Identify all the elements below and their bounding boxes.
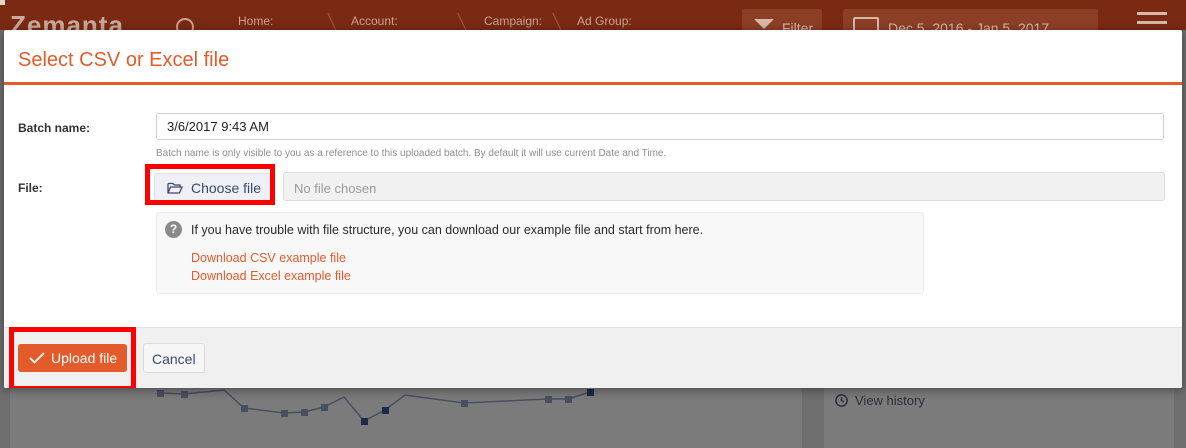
chart-point: [361, 418, 368, 425]
question-icon: ?: [165, 221, 182, 238]
view-history-label: View history: [855, 393, 925, 408]
no-file-chosen-text: No file chosen: [294, 181, 377, 196]
chart-point: [281, 410, 288, 417]
upload-file-label: Upload file: [51, 350, 118, 366]
modal-title: Select CSV or Excel file: [18, 49, 230, 71]
modal-header: Select CSV or Excel file: [4, 30, 1182, 85]
choose-file-label: Choose file: [191, 180, 262, 196]
chart-point: [382, 407, 389, 414]
cancel-label: Cancel: [152, 351, 196, 367]
chart-point: [587, 389, 594, 396]
chart-point: [321, 404, 328, 411]
chart-point: [545, 396, 552, 403]
view-history-link[interactable]: View history: [834, 393, 925, 408]
download-csv-link[interactable]: Download CSV example file: [191, 251, 346, 265]
chart-point: [461, 400, 468, 407]
upload-file-modal: Select CSV or Excel file Batch name: Bat…: [4, 30, 1182, 388]
chart-point: [301, 409, 308, 416]
cancel-button[interactable]: Cancel: [143, 343, 205, 373]
file-label: File:: [18, 181, 43, 195]
chart-point: [565, 396, 572, 403]
choose-file-button[interactable]: Choose file: [154, 173, 272, 201]
history-icon: [835, 394, 848, 407]
batch-name-help-text: Batch name is only visible to you as a r…: [156, 148, 667, 159]
batch-name-input[interactable]: [156, 113, 1164, 140]
batch-name-label: Batch name:: [18, 121, 91, 135]
chart-point: [241, 405, 248, 412]
modal-footer: Upload file Cancel: [4, 327, 1182, 388]
example-file-info-box: ? If you have trouble with file structur…: [156, 212, 924, 294]
file-name-display: No file chosen: [283, 172, 1165, 201]
check-icon: [29, 352, 45, 364]
chart-point: [181, 391, 188, 398]
chart-point: [157, 390, 164, 397]
info-text: If you have trouble with file structure,…: [191, 223, 704, 237]
folder-open-icon: [167, 182, 183, 194]
upload-file-button[interactable]: Upload file: [18, 344, 127, 372]
download-excel-link[interactable]: Download Excel example file: [191, 269, 351, 283]
